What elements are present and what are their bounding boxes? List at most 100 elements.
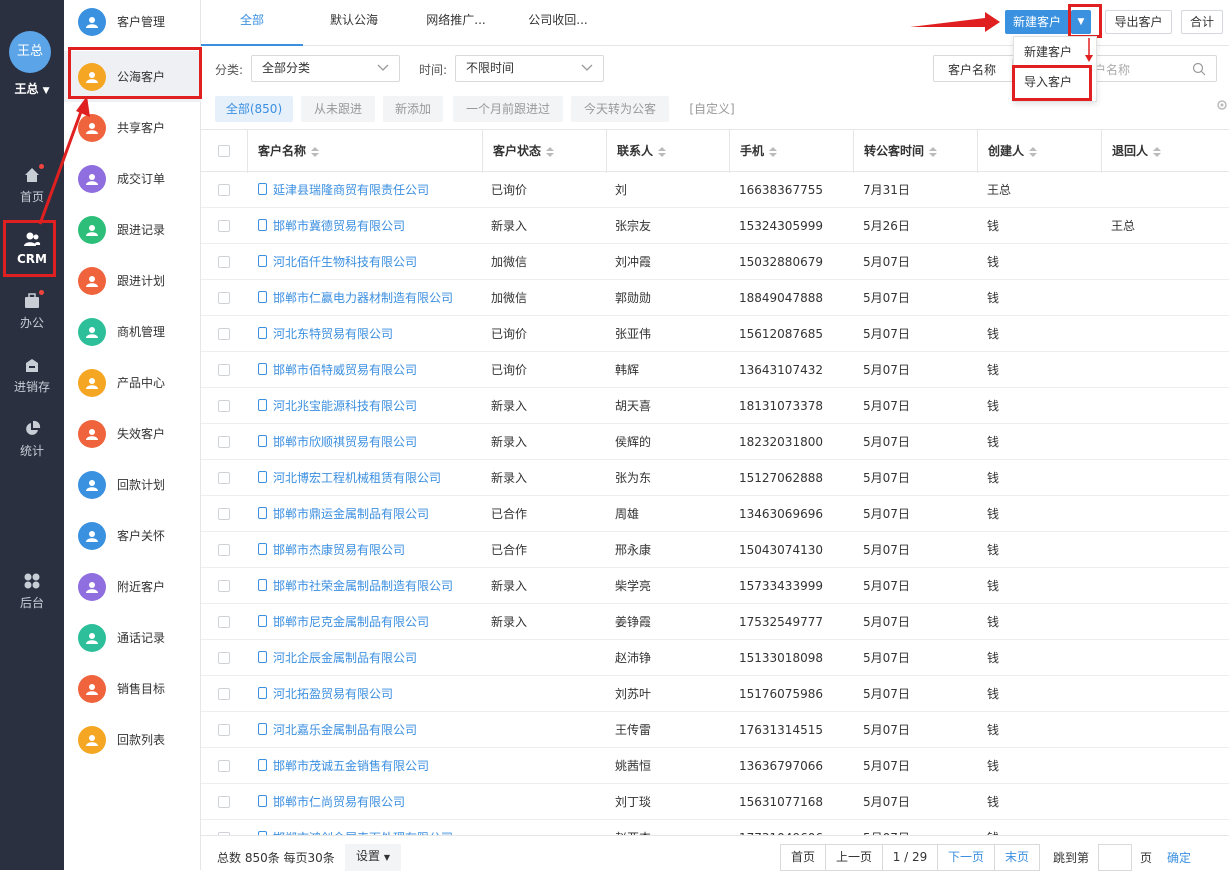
submenu-item-phone[interactable]: 通话记录 (64, 612, 201, 663)
tab-online-promotion[interactable]: 网络推广... (405, 0, 507, 46)
table-row[interactable]: 邯郸市欣顺祺贸易有限公司 新录入 侯辉的 18232031800 5月07日 钱 (201, 424, 1229, 460)
quick-filter-never-followed[interactable]: 从未跟进 (301, 96, 375, 122)
jump-page-input[interactable] (1098, 844, 1132, 871)
rail-item-admin[interactable]: 后台 (0, 564, 64, 624)
submenu-item-share[interactable]: 共享客户 (64, 102, 201, 153)
new-customer-button[interactable]: 新建客户 (1005, 10, 1069, 34)
table-row[interactable]: 邯郸市冀德贸易有限公司 新录入 张宗友 15324305999 5月26日 钱 王总 (201, 208, 1229, 244)
table-row[interactable]: 河北嘉乐金属制品有限公司 王传雷 17631314515 5月07日 钱 (201, 712, 1229, 748)
cell-name[interactable]: 邯郸市社荣金属制品制造有限公司 (258, 568, 453, 604)
settings-gear-icon[interactable] (1216, 99, 1228, 111)
cell-name[interactable]: 河北拓盈贸易有限公司 (258, 676, 393, 712)
table-row[interactable]: 邯郸市茂诚五金销售有限公司 姚茜恒 13636797066 5月07日 钱 (201, 748, 1229, 784)
submenu-item-record[interactable]: 跟进记录 (64, 204, 201, 255)
table-row[interactable]: 河北拓盈贸易有限公司 刘苏叶 15176075986 5月07日 钱 (201, 676, 1229, 712)
column-header-creator[interactable]: 创建人 (978, 130, 1102, 173)
last-page-button[interactable]: 末页 (994, 844, 1040, 871)
table-row[interactable]: 邯郸市鸿创金属表面处理有限公司 赵亚杰 17731049606 5月07日 钱 (201, 820, 1229, 835)
table-row[interactable]: 邯郸市鼎运金属制品有限公司 已合作 周雄 13463069696 5月07日 钱 (201, 496, 1229, 532)
column-header-contact[interactable]: 联系人 (607, 130, 730, 173)
submenu-item-bulb[interactable]: 商机管理 (64, 306, 201, 357)
row-checkbox[interactable] (218, 328, 230, 340)
row-checkbox[interactable] (218, 220, 230, 232)
table-row[interactable]: 河北东特贸易有限公司 已询价 张亚伟 15612087685 5月07日 钱 (201, 316, 1229, 352)
table-row[interactable]: 邯郸市仁尚贸易有限公司 刘丁琰 15631077168 5月07日 钱 (201, 784, 1229, 820)
table-row[interactable]: 邯郸市杰康贸易有限公司 已合作 邢永康 15043074130 5月07日 钱 (201, 532, 1229, 568)
tab-all[interactable]: 全部 (201, 0, 303, 46)
cell-name[interactable]: 河北东特贸易有限公司 (258, 316, 393, 352)
cell-name[interactable]: 邯郸市仁尚贸易有限公司 (258, 784, 405, 820)
quick-filter-new[interactable]: 新添加 (383, 96, 443, 122)
quick-filter-month-ago[interactable]: 一个月前跟进过 (453, 96, 563, 122)
row-checkbox[interactable] (218, 616, 230, 628)
submenu-item-payment-list[interactable]: 回款列表 (64, 714, 201, 765)
row-checkbox[interactable] (218, 292, 230, 304)
cell-name[interactable]: 河北博宏工程机械租赁有限公司 (258, 460, 441, 496)
submenu-item-payment-plan[interactable]: 回款计划 (64, 459, 201, 510)
tab-company-reclaimed[interactable]: 公司收回... (507, 0, 609, 46)
column-header-returner[interactable]: 退回人 (1102, 130, 1229, 173)
row-checkbox[interactable] (218, 472, 230, 484)
submenu-item-order[interactable]: 成交订单 (64, 153, 201, 204)
table-row[interactable]: 延津县瑞隆商贸有限责任公司 已询价 刘 16638367755 7月31日 王总 (201, 172, 1229, 208)
search-icon[interactable] (1192, 62, 1206, 76)
jump-confirm-button[interactable]: 确定 (1167, 849, 1191, 866)
table-row[interactable]: 河北博宏工程机械租赁有限公司 新录入 张为东 15127062888 5月07日 钱 (201, 460, 1229, 496)
table-row[interactable]: 河北佰仟生物科技有限公司 加微信 刘冲霞 15032880679 5月07日 钱 (201, 244, 1229, 280)
cell-name[interactable]: 邯郸市鼎运金属制品有限公司 (258, 496, 429, 532)
row-checkbox[interactable] (218, 508, 230, 520)
user-menu[interactable]: 王总 ▼ (0, 80, 64, 97)
submenu-item-plan[interactable]: 跟进计划 (64, 255, 201, 306)
time-select[interactable]: 不限时间 (455, 55, 604, 82)
row-checkbox[interactable] (218, 724, 230, 736)
cell-name[interactable]: 邯郸市仁赢电力器材制造有限公司 (258, 280, 453, 316)
category-select[interactable]: 全部分类 (251, 55, 400, 82)
row-checkbox[interactable] (218, 364, 230, 376)
table-row[interactable]: 邯郸市佰特威贸易有限公司 已询价 韩辉 13643107432 5月07日 钱 (201, 352, 1229, 388)
submenu-item-care[interactable]: 客户关怀 (64, 510, 201, 561)
row-checkbox[interactable] (218, 400, 230, 412)
submenu-item-location[interactable]: 附近客户 (64, 561, 201, 612)
rail-item-inventory[interactable]: 进销存 (0, 348, 64, 408)
submenu-item-customers[interactable]: 客户管理 (64, 0, 201, 47)
quick-filter-all[interactable]: 全部(850) (215, 96, 293, 122)
table-row[interactable]: 邯郸市尼克金属制品有限公司 新录入 姜铮霞 17532549777 5月07日 钱 (201, 604, 1229, 640)
cell-name[interactable]: 河北企辰金属制品有限公司 (258, 640, 417, 676)
quick-filter-custom[interactable]: [自定义] (677, 96, 747, 122)
cell-name[interactable]: 邯郸市杰康贸易有限公司 (258, 532, 405, 568)
rail-item-office[interactable]: 办公 (0, 284, 64, 344)
rail-item-home[interactable]: 首页 (0, 158, 64, 218)
submenu-item-warning[interactable]: 失效客户 (64, 408, 201, 459)
cell-name[interactable]: 邯郸市尼克金属制品有限公司 (258, 604, 429, 640)
row-checkbox[interactable] (218, 184, 230, 196)
cell-name[interactable]: 邯郸市鸿创金属表面处理有限公司 (258, 820, 453, 835)
tab-default-sea[interactable]: 默认公海 (303, 0, 405, 46)
column-header-public-time[interactable]: 转公客时间 (854, 130, 978, 173)
row-checkbox[interactable] (218, 796, 230, 808)
search-field-select[interactable]: 客户名称 (948, 61, 996, 78)
avatar[interactable]: 王总 (9, 31, 51, 73)
table-row[interactable]: 河北企辰金属制品有限公司 赵沛铮 15133018098 5月07日 钱 (201, 640, 1229, 676)
cell-name[interactable]: 河北佰仟生物科技有限公司 (258, 244, 417, 280)
cell-name[interactable]: 河北兆宝能源科技有限公司 (258, 388, 417, 424)
export-customer-button[interactable]: 导出客户 (1105, 10, 1172, 34)
first-page-button[interactable]: 首页 (780, 844, 826, 871)
row-checkbox[interactable] (218, 436, 230, 448)
prev-page-button[interactable]: 上一页 (825, 844, 883, 871)
total-button[interactable]: 合计 (1181, 10, 1223, 34)
submenu-item-box[interactable]: 产品中心 (64, 357, 201, 408)
row-checkbox[interactable] (218, 544, 230, 556)
page-settings-button[interactable]: 设置 ▼ (345, 844, 401, 871)
submenu-item-target[interactable]: 销售目标 (64, 663, 201, 714)
rail-item-stats[interactable]: 统计 (0, 412, 64, 472)
row-checkbox[interactable] (218, 652, 230, 664)
dropdown-item-new-customer[interactable]: 新建客户 (1014, 37, 1096, 67)
cell-name[interactable]: 延津县瑞隆商贸有限责任公司 (258, 172, 429, 208)
table-row[interactable]: 邯郸市仁赢电力器材制造有限公司 加微信 郭勋勋 18849047888 5月07日 钱 (201, 280, 1229, 316)
cell-name[interactable]: 邯郸市佰特威贸易有限公司 (258, 352, 417, 388)
row-checkbox[interactable] (218, 256, 230, 268)
table-row[interactable]: 河北兆宝能源科技有限公司 新录入 胡天喜 18131073378 5月07日 钱 (201, 388, 1229, 424)
row-checkbox[interactable] (218, 760, 230, 772)
column-header-mobile[interactable]: 手机 (730, 130, 854, 173)
cell-name[interactable]: 邯郸市欣顺祺贸易有限公司 (258, 424, 417, 460)
